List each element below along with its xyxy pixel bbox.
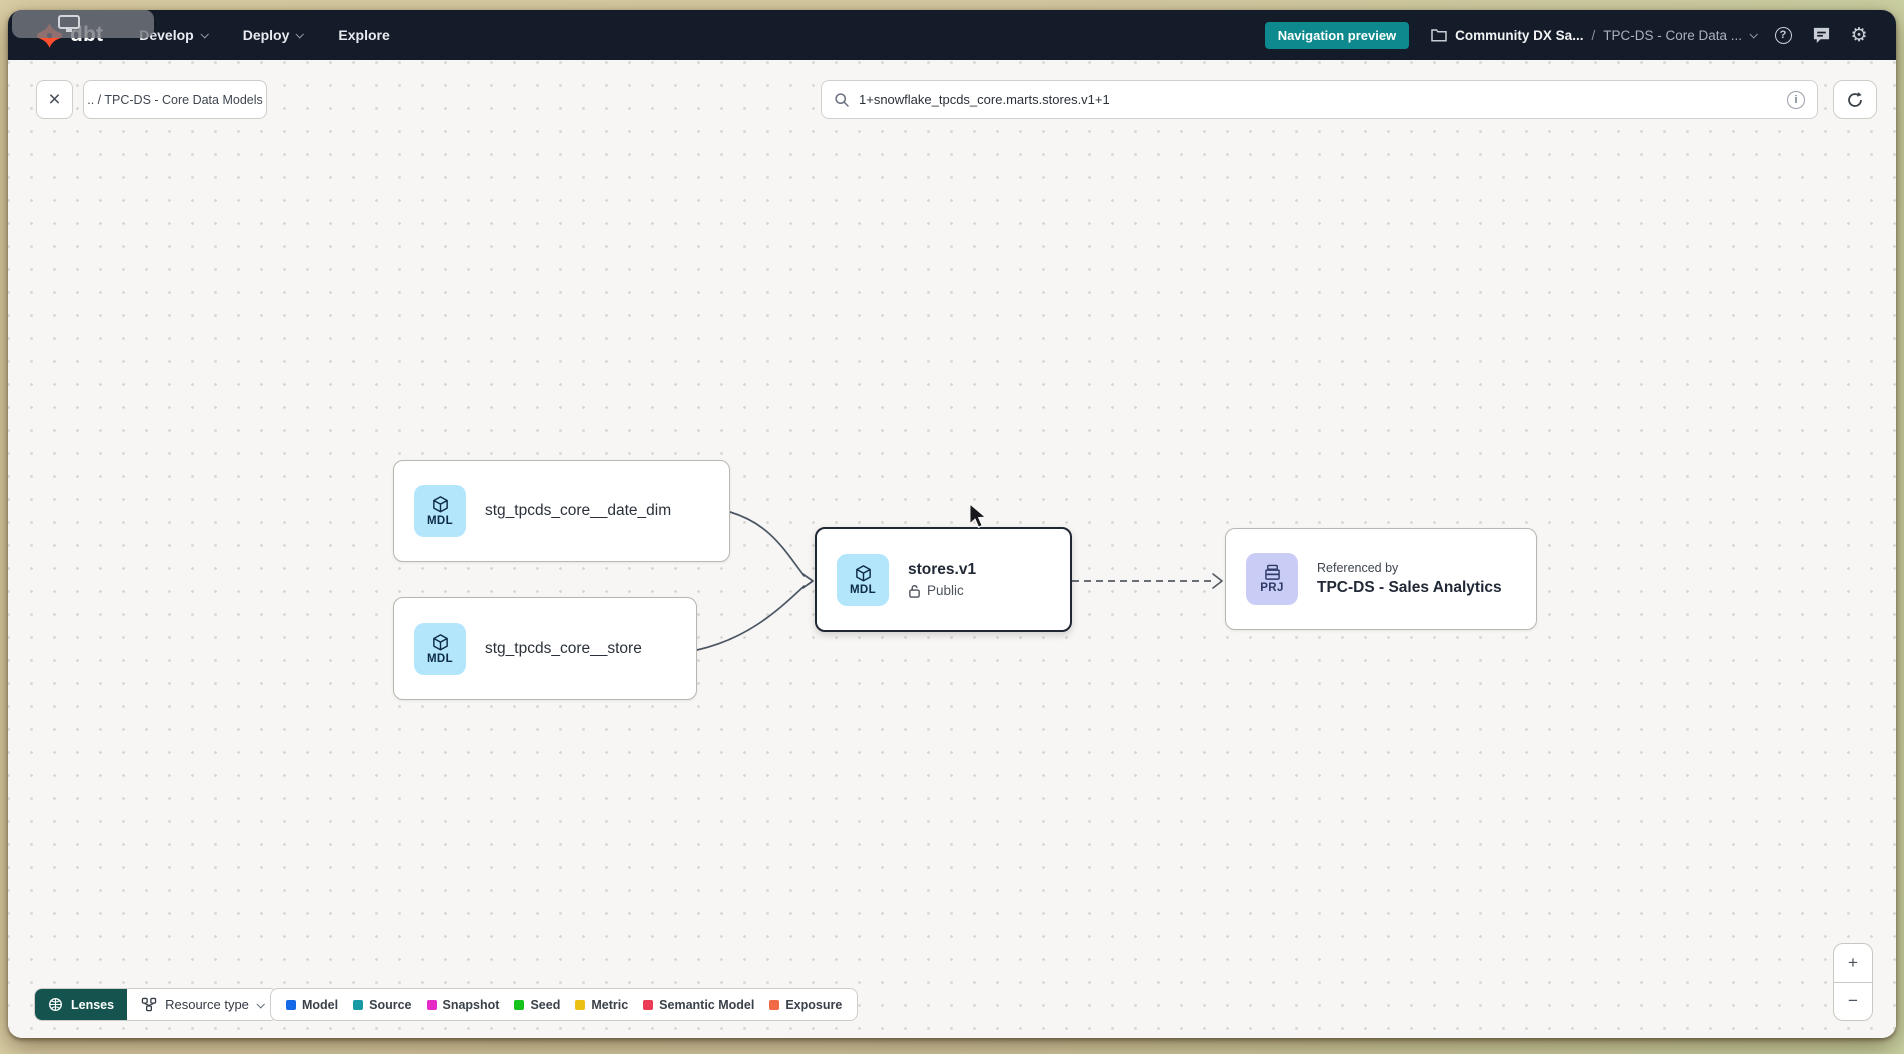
minus-icon: − (1848, 991, 1858, 1011)
close-icon: × (48, 88, 60, 112)
search-input[interactable] (859, 92, 1778, 107)
resource-type-dropdown[interactable]: Resource type (127, 989, 277, 1020)
gear-icon: ⚙ (1850, 26, 1867, 45)
unlock-icon (908, 584, 921, 598)
chevron-down-icon (296, 30, 304, 38)
zoom-controls: + − (1833, 943, 1873, 1021)
legend-label: Metric (591, 998, 628, 1012)
node-tpcds-sales-analytics[interactable]: PRJ Referenced by TPC-DS - Sales Analyti… (1225, 528, 1537, 630)
lens-controls: Lenses Resource type (34, 988, 278, 1021)
resource-legend: Model Source Snapshot Seed Metric Semantic Mo… (270, 988, 858, 1021)
lineage-search: i (821, 80, 1818, 119)
legend-item: Model (286, 998, 338, 1012)
lens-icon (48, 997, 63, 1012)
top-navbar: dbt Develop Deploy Explore Navigation pr… (8, 10, 1896, 60)
breadcrumb[interactable]: .. / TPC-DS - Core Data Models (83, 80, 267, 119)
legend-label: Source (369, 998, 411, 1012)
access-label: Public (927, 583, 964, 598)
graph-nodes-icon (141, 997, 157, 1012)
legend-label: Seed (530, 998, 560, 1012)
breadcrumb-label: .. / TPC-DS - Core Data Models (87, 93, 263, 107)
legend-item: Seed (514, 998, 560, 1012)
app-window: dbt Develop Deploy Explore Navigation pr… (8, 10, 1896, 1038)
legend-label: Model (302, 998, 338, 1012)
resource-badge: MDL (850, 584, 876, 596)
navigation-preview-badge[interactable]: Navigation preview (1265, 22, 1409, 49)
node-label: TPC-DS - Sales Analytics (1317, 579, 1502, 597)
plus-icon: + (1848, 953, 1858, 973)
chat-bubble-icon (1812, 26, 1831, 44)
resource-badge: PRJ (1260, 582, 1284, 594)
legend-item: Semantic Model (643, 998, 754, 1012)
account-project-picker[interactable]: Community DX Sa... / TPC-DS - Core Data … (1431, 28, 1756, 43)
node-label: stores.v1 (908, 561, 976, 579)
legend-swatch (575, 1000, 585, 1010)
menu-deploy[interactable]: Deploy (243, 27, 303, 43)
legend-item: Metric (575, 998, 628, 1012)
legend-label: Exposure (785, 998, 842, 1012)
settings-button[interactable]: ⚙ (1848, 24, 1870, 46)
legend-label: Semantic Model (659, 998, 754, 1012)
picker-separator: / (1591, 28, 1595, 43)
node-kicker: Referenced by (1317, 561, 1502, 575)
menu-explore[interactable]: Explore (338, 27, 389, 43)
close-lineage-button[interactable]: × (36, 80, 73, 119)
zoom-out-button[interactable]: − (1834, 983, 1872, 1021)
legend-item: Snapshot (427, 998, 500, 1012)
node-label: stg_tpcds_core__store (485, 640, 642, 658)
chevron-down-icon (256, 1000, 264, 1008)
chevron-down-icon (1749, 30, 1757, 38)
lenses-button[interactable]: Lenses (35, 989, 127, 1020)
project-name: TPC-DS - Core Data ... (1603, 28, 1742, 43)
help-button[interactable]: ? (1772, 24, 1794, 46)
node-stg-tpcds-core-store[interactable]: MDL stg_tpcds_core__store (393, 597, 697, 700)
refresh-lineage-button[interactable] (1833, 80, 1877, 119)
node-stg-tpcds-core-date-dim[interactable]: MDL stg_tpcds_core__date_dim (393, 460, 730, 562)
cube-icon (431, 495, 450, 514)
legend-swatch (514, 1000, 524, 1010)
search-icon (834, 92, 850, 108)
main-menu: Develop Deploy Explore (139, 27, 390, 43)
menu-explore-label: Explore (338, 27, 389, 43)
info-icon[interactable]: i (1787, 91, 1805, 109)
legend-item: Exposure (769, 998, 842, 1012)
access-level: Public (908, 583, 976, 598)
legend-swatch (427, 1000, 437, 1010)
legend-label: Snapshot (443, 998, 500, 1012)
zoom-in-button[interactable]: + (1834, 944, 1872, 983)
folder-icon (1431, 28, 1447, 42)
resource-badge: MDL (427, 515, 453, 527)
project-icon: PRJ (1246, 553, 1298, 605)
cube-icon (431, 633, 450, 652)
navbar-right: Navigation preview Community DX Sa... / … (1265, 22, 1870, 49)
legend-swatch (643, 1000, 653, 1010)
legend-swatch (353, 1000, 363, 1010)
legend-item: Source (353, 998, 411, 1012)
refresh-icon (1846, 91, 1864, 109)
model-icon: MDL (414, 623, 466, 675)
legend-swatch (286, 1000, 296, 1010)
resource-type-label: Resource type (165, 997, 249, 1012)
account-name: Community DX Sa... (1455, 28, 1583, 43)
menu-deploy-label: Deploy (243, 27, 290, 43)
node-stores-v1[interactable]: MDL stores.v1 Public (815, 527, 1072, 632)
stack-icon (1263, 564, 1282, 581)
display-icon (58, 15, 80, 29)
cube-icon (854, 564, 873, 583)
chevron-down-icon (200, 30, 208, 38)
model-icon: MDL (837, 554, 889, 606)
model-icon: MDL (414, 485, 466, 537)
question-icon: ? (1775, 27, 1792, 44)
legend-swatch (769, 1000, 779, 1010)
feedback-button[interactable] (1810, 24, 1832, 46)
resource-badge: MDL (427, 653, 453, 665)
node-label: stg_tpcds_core__date_dim (485, 502, 671, 520)
lenses-label: Lenses (71, 998, 114, 1012)
screen-recording-overlay (12, 10, 154, 38)
